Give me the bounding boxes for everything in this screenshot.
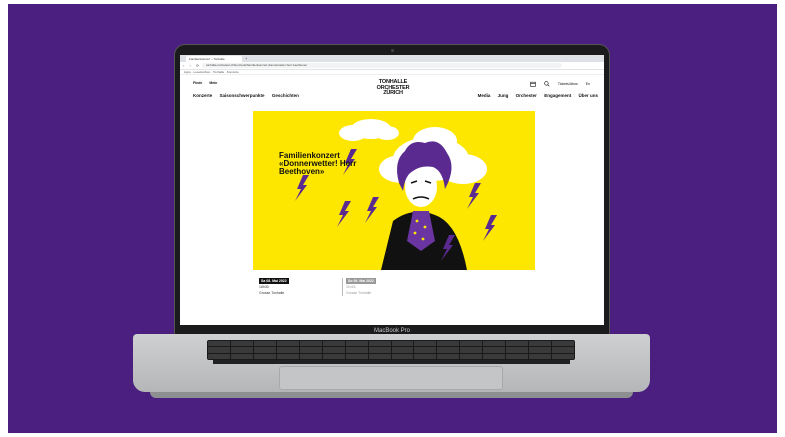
laptop-lid: Familienkonzert – Tonhalle + ‹ › ⟳ tonha…	[175, 45, 609, 336]
keyboard-key	[414, 353, 437, 359]
keyboard-key	[322, 347, 345, 353]
beethoven-illustration	[295, 119, 497, 270]
keyboard-key	[345, 341, 368, 347]
hero-banner[interactable]: Familienkonzert «Donnerwetter! Herr Beet…	[253, 111, 535, 270]
keyboard-key	[322, 341, 345, 347]
keyboard-key	[506, 347, 529, 353]
browser-tab-bar: Familienkonzert – Tonhalle +	[180, 55, 604, 62]
keyboard-key	[391, 347, 414, 353]
keyboard-key	[529, 353, 552, 359]
keyboard-key	[299, 341, 322, 347]
keyboard-key	[437, 353, 460, 359]
tickets-link[interactable]: Tickets/Abos	[558, 82, 578, 86]
keyboard-key	[322, 353, 345, 359]
nav-engagement[interactable]: Engagement	[544, 93, 571, 98]
keyboard-key	[552, 347, 574, 353]
keyboard-key	[460, 347, 483, 353]
keyboard-key	[345, 353, 368, 359]
keyboard-key	[208, 341, 230, 347]
main-nav-right: Media Jung Orchester Engagement Über uns	[472, 93, 598, 98]
language-link[interactable]: En	[586, 82, 590, 86]
keyboard-key	[483, 347, 506, 353]
keyboard-key	[529, 347, 552, 353]
event-venue: Grosse Tonhalle	[346, 291, 372, 295]
top-right-tools: Tickets/Abos En	[530, 81, 590, 87]
calendar-icon[interactable]	[530, 81, 536, 87]
keyboard-key	[230, 341, 253, 347]
keyboard-key	[414, 341, 437, 347]
keyboard-key	[345, 347, 368, 353]
keyboard-key	[208, 353, 230, 359]
keyboard-key	[460, 341, 483, 347]
nav-jung[interactable]: Jung	[498, 93, 509, 98]
nav-media[interactable]: Media	[478, 93, 491, 98]
keyboard-key	[483, 353, 506, 359]
keyboard-key	[506, 353, 529, 359]
keyboard-key	[253, 347, 276, 353]
camera-icon	[391, 49, 394, 52]
browser-address-bar: ‹ › ⟳ tonhalle-orchester.ch/konzerte/fam…	[180, 62, 604, 70]
event-item[interactable]: Sa 08. Mai 2022 16h30 Grosse Tonhalle	[259, 278, 289, 296]
event-item[interactable]: So 09. Mai 2022 11h15 Grosse Tonhalle	[342, 278, 376, 296]
keyboard-key	[552, 353, 574, 359]
keyboard-key	[368, 341, 391, 347]
keyboard-key	[414, 347, 437, 353]
keyboard-key	[529, 341, 552, 347]
keyboard-key	[230, 353, 253, 359]
keyboard	[207, 340, 575, 360]
keyboard-key	[276, 353, 299, 359]
nav-konzerte[interactable]: Konzerte	[193, 93, 212, 98]
site-logo[interactable]: TONHALLE ORCHESTER ZÜRICH	[376, 79, 410, 97]
url-field[interactable]: tonhalle-orchester.ch/konzerte/familienk…	[202, 63, 562, 68]
keyboard-key	[552, 341, 574, 347]
keyboard-key	[230, 347, 253, 353]
keyboard-key	[253, 341, 276, 347]
trackpad[interactable]	[279, 366, 503, 390]
keyboard-edge	[213, 360, 570, 364]
logo-line: ZÜRICH	[383, 90, 403, 96]
nav-geschichten[interactable]: Geschichten	[272, 93, 299, 98]
keyboard-key	[208, 347, 230, 353]
main-nav-left: Konzerte Saisonschwerpunkte Geschichten	[193, 93, 305, 98]
keyboard-key	[299, 353, 322, 359]
keyboard-key	[391, 353, 414, 359]
nav-saisonschwerpunkte[interactable]: Saisonschwerpunkte	[220, 93, 265, 98]
bookmarks-bar[interactable]: Apps · Lesezeichen · Tonhalle · Konzerte	[180, 70, 604, 75]
keyboard-key	[437, 347, 460, 353]
keyboard-key	[299, 347, 322, 353]
keyboard-key	[368, 353, 391, 359]
keyboard-key	[391, 341, 414, 347]
keyboard-key	[253, 353, 276, 359]
laptop-screen: Familienkonzert – Tonhalle + ‹ › ⟳ tonha…	[180, 55, 604, 325]
event-venue: Grosse Tonhalle	[259, 291, 285, 295]
keyboard-key	[483, 341, 506, 347]
keyboard-key	[437, 341, 460, 347]
nav-orchester[interactable]: Orchester	[516, 93, 537, 98]
keyboard-key	[276, 341, 299, 347]
keyboard-key	[460, 353, 483, 359]
keyboard-key	[276, 347, 299, 353]
keyboard-key	[368, 347, 391, 353]
hero-title: Familienkonzert «Donnerwetter! Herr Beet…	[279, 151, 357, 176]
search-icon[interactable]	[544, 81, 550, 87]
top-nav: Finde Mein	[193, 81, 223, 85]
scene: Familienkonzert – Tonhalle + ‹ › ⟳ tonha…	[0, 0, 785, 437]
top-link-mein[interactable]: Mein	[209, 81, 217, 85]
nav-ueber-uns[interactable]: Über uns	[578, 93, 598, 98]
keyboard-key	[506, 341, 529, 347]
laptop-base-front	[150, 392, 633, 398]
browser-nav-buttons[interactable]: ‹ › ⟳	[183, 62, 201, 69]
top-link-finde[interactable]: Finde	[193, 81, 202, 85]
